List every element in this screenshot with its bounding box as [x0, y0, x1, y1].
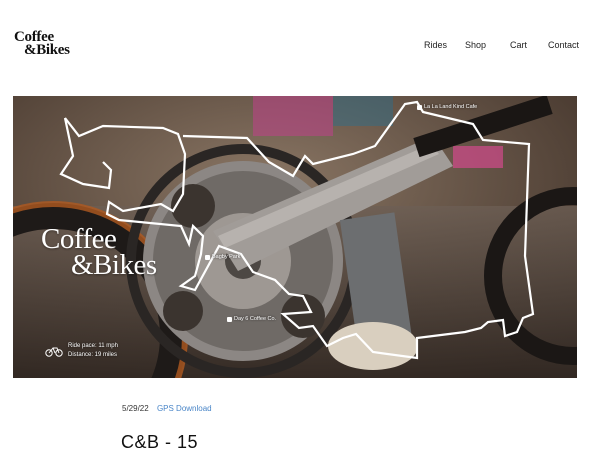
poi-day6: Day 6 Coffee Co. — [227, 316, 276, 322]
bike-icon — [45, 347, 63, 357]
ride-pace: Ride pace: 11 mph — [68, 343, 118, 349]
stats-text: Ride pace: 11 mph Distance: 19 miles — [68, 342, 118, 360]
hero-title: Coffee &Bikes — [41, 225, 157, 281]
post-date: 5/29/22 — [122, 404, 149, 413]
poi-day6-label: Day 6 Coffee Co. — [234, 316, 277, 322]
nav-cart-link[interactable]: Cart — [510, 40, 527, 50]
coffee-cup-icon — [417, 104, 422, 110]
poi-bagby-label: Bagby Park — [212, 254, 241, 260]
gps-download-link[interactable]: GPS Download — [157, 404, 212, 413]
hero-title-line-2: &Bikes — [71, 249, 157, 281]
poi-lalaland: La La Land Kind Cafe — [417, 104, 477, 110]
nav-contact-link[interactable]: Contact — [548, 40, 579, 50]
poi-bagby-park: Bagby Park — [205, 254, 240, 260]
logo-line-2: &Bikes — [24, 42, 70, 58]
ride-stats: Ride pace: 11 mph Distance: 19 miles — [45, 342, 118, 360]
poi-lalaland-label: La La Land Kind Cafe — [424, 104, 478, 110]
post-meta: 5/29/22 GPS Download — [122, 404, 212, 413]
park-bench-icon — [205, 254, 210, 260]
hero-image: Coffee &Bikes La La Land Kind Cafe Bagby… — [13, 96, 577, 378]
nav-rides-link[interactable]: Rides — [424, 40, 447, 50]
ride-distance: Distance: 19 miles — [68, 352, 118, 358]
site-logo[interactable]: Coffee &Bikes — [14, 30, 70, 58]
coffee-cup-icon — [227, 316, 232, 322]
nav-shop-link[interactable]: Shop — [465, 40, 486, 50]
